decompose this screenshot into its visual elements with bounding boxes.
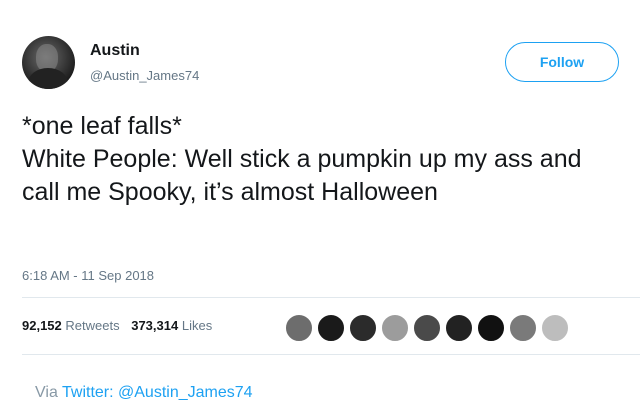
- liker-avatar[interactable]: [476, 313, 506, 343]
- liker-avatar[interactable]: [540, 313, 570, 343]
- user-handle[interactable]: @Austin_James74: [90, 68, 199, 83]
- tweet-header: Austin @Austin_James74 Follow: [22, 36, 622, 96]
- follow-button[interactable]: Follow: [505, 42, 619, 82]
- avatar[interactable]: [22, 36, 75, 89]
- liker-avatar[interactable]: [380, 313, 410, 343]
- liker-avatar[interactable]: [444, 313, 474, 343]
- likes-stat[interactable]: 373,314 Likes: [131, 318, 220, 333]
- liker-avatar[interactable]: [284, 313, 314, 343]
- divider: [22, 297, 640, 298]
- tweet-timestamp[interactable]: 6:18 AM - 11 Sep 2018: [22, 268, 154, 283]
- liker-avatar[interactable]: [316, 313, 346, 343]
- liker-avatar[interactable]: [412, 313, 442, 343]
- via-source[interactable]: Twitter: @Austin_James74: [62, 384, 253, 401]
- liker-avatar[interactable]: [348, 313, 378, 343]
- via-prefix: Via: [35, 384, 58, 401]
- via-credit: Via Twitter: @Austin_James74: [35, 384, 253, 402]
- retweets-count: 92,152: [22, 318, 62, 333]
- likes-label: Likes: [181, 318, 213, 333]
- tweet-text: *one leaf falls* White People: Well stic…: [22, 112, 582, 206]
- likes-count: 373,314: [131, 318, 179, 333]
- tweet-stats: 92,152 Retweets 373,314 Likes: [22, 318, 220, 333]
- tweet-card: Austin @Austin_James74 Follow *one leaf …: [0, 0, 640, 417]
- avatar-body: [28, 68, 68, 89]
- divider: [22, 354, 640, 355]
- user-name[interactable]: Austin: [90, 42, 140, 60]
- liker-avatar[interactable]: [508, 313, 538, 343]
- retweets-stat[interactable]: 92,152 Retweets: [22, 318, 131, 333]
- retweets-label: Retweets: [65, 318, 120, 333]
